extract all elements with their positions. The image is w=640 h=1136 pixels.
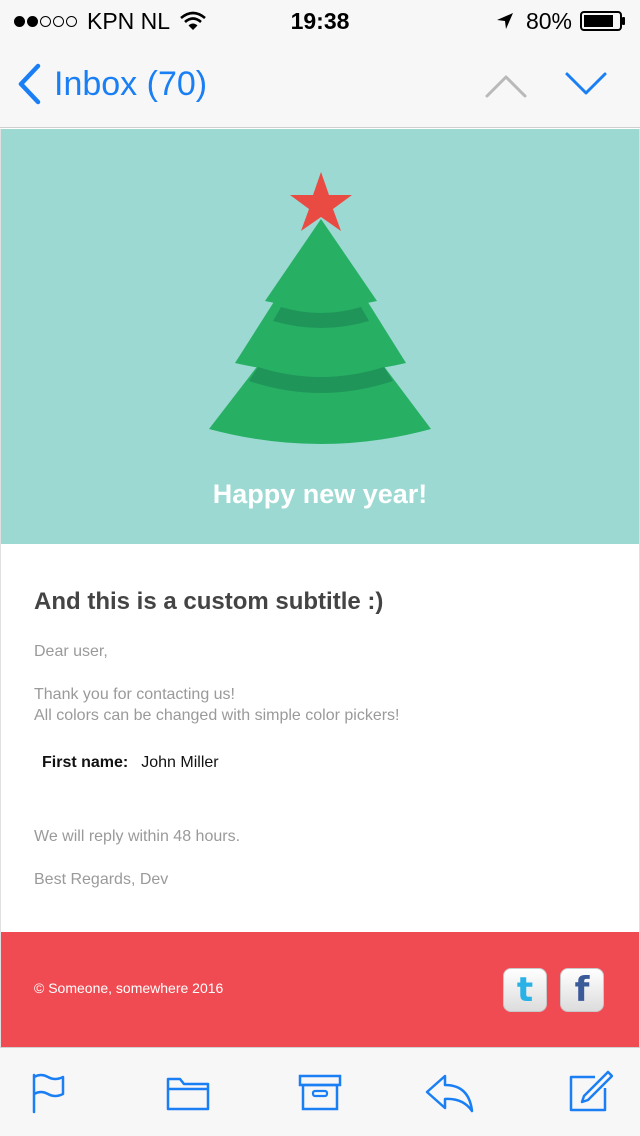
reply-button[interactable] xyxy=(425,1070,475,1114)
first-name-label: First name: xyxy=(42,754,129,771)
battery-icon xyxy=(580,11,625,31)
next-message-button[interactable] xyxy=(564,70,608,100)
email-subtitle: And this is a custom subtitle :) xyxy=(34,588,384,615)
folder-icon xyxy=(166,1077,210,1111)
location-arrow-icon xyxy=(496,13,513,29)
twitter-icon[interactable]: t xyxy=(503,968,547,1012)
email-footer: © Someone, somewhere 2016 t f xyxy=(1,932,639,1047)
email-hero-banner: Happy new year! xyxy=(1,129,639,544)
email-content: And this is a custom subtitle :) Dear us… xyxy=(1,544,639,932)
chevron-left-icon xyxy=(18,63,41,105)
compose-icon xyxy=(569,1070,614,1112)
twitter-glyph: t xyxy=(516,970,534,1010)
back-button-label: Inbox (70) xyxy=(54,64,208,103)
hero-title: Happy new year! xyxy=(212,479,428,509)
christmas-tree-icon xyxy=(209,172,431,444)
archive-icon xyxy=(298,1074,342,1111)
reply-icon xyxy=(425,1074,474,1113)
archive-button[interactable] xyxy=(298,1070,342,1114)
previous-message-button[interactable] xyxy=(484,70,528,100)
first-name-field: First name: John Miller xyxy=(42,754,219,772)
email-body: Happy new year! And this is a custom sub… xyxy=(0,129,640,1047)
battery-percentage: 80% xyxy=(525,7,572,34)
compose-button[interactable] xyxy=(569,1070,614,1114)
reply-note: We will reply within 48 hours. xyxy=(34,828,241,845)
move-to-folder-button[interactable] xyxy=(166,1070,210,1114)
facebook-glyph: f xyxy=(574,970,590,1010)
status-right: 80% xyxy=(496,8,626,34)
mail-nav-bar: Inbox (70) xyxy=(0,40,640,128)
flag-icon xyxy=(32,1073,65,1114)
signoff-text: Best Regards, Dev xyxy=(34,871,169,888)
back-to-inbox-button[interactable]: Inbox (70) xyxy=(16,60,207,108)
first-name-value: John Miller xyxy=(141,754,219,771)
flag-button[interactable] xyxy=(27,1070,71,1114)
body-line-1: Thank you for contacting us! xyxy=(34,686,235,703)
mail-toolbar xyxy=(0,1047,640,1136)
facebook-icon[interactable]: f xyxy=(560,968,604,1012)
status-bar: KPN NL 19:38 80% xyxy=(0,0,640,40)
copyright-text: © Someone, somewhere 2016 xyxy=(34,980,224,996)
body-line-2: All colors can be changed with simple co… xyxy=(34,707,400,724)
greeting-text: Dear user, xyxy=(34,643,108,660)
